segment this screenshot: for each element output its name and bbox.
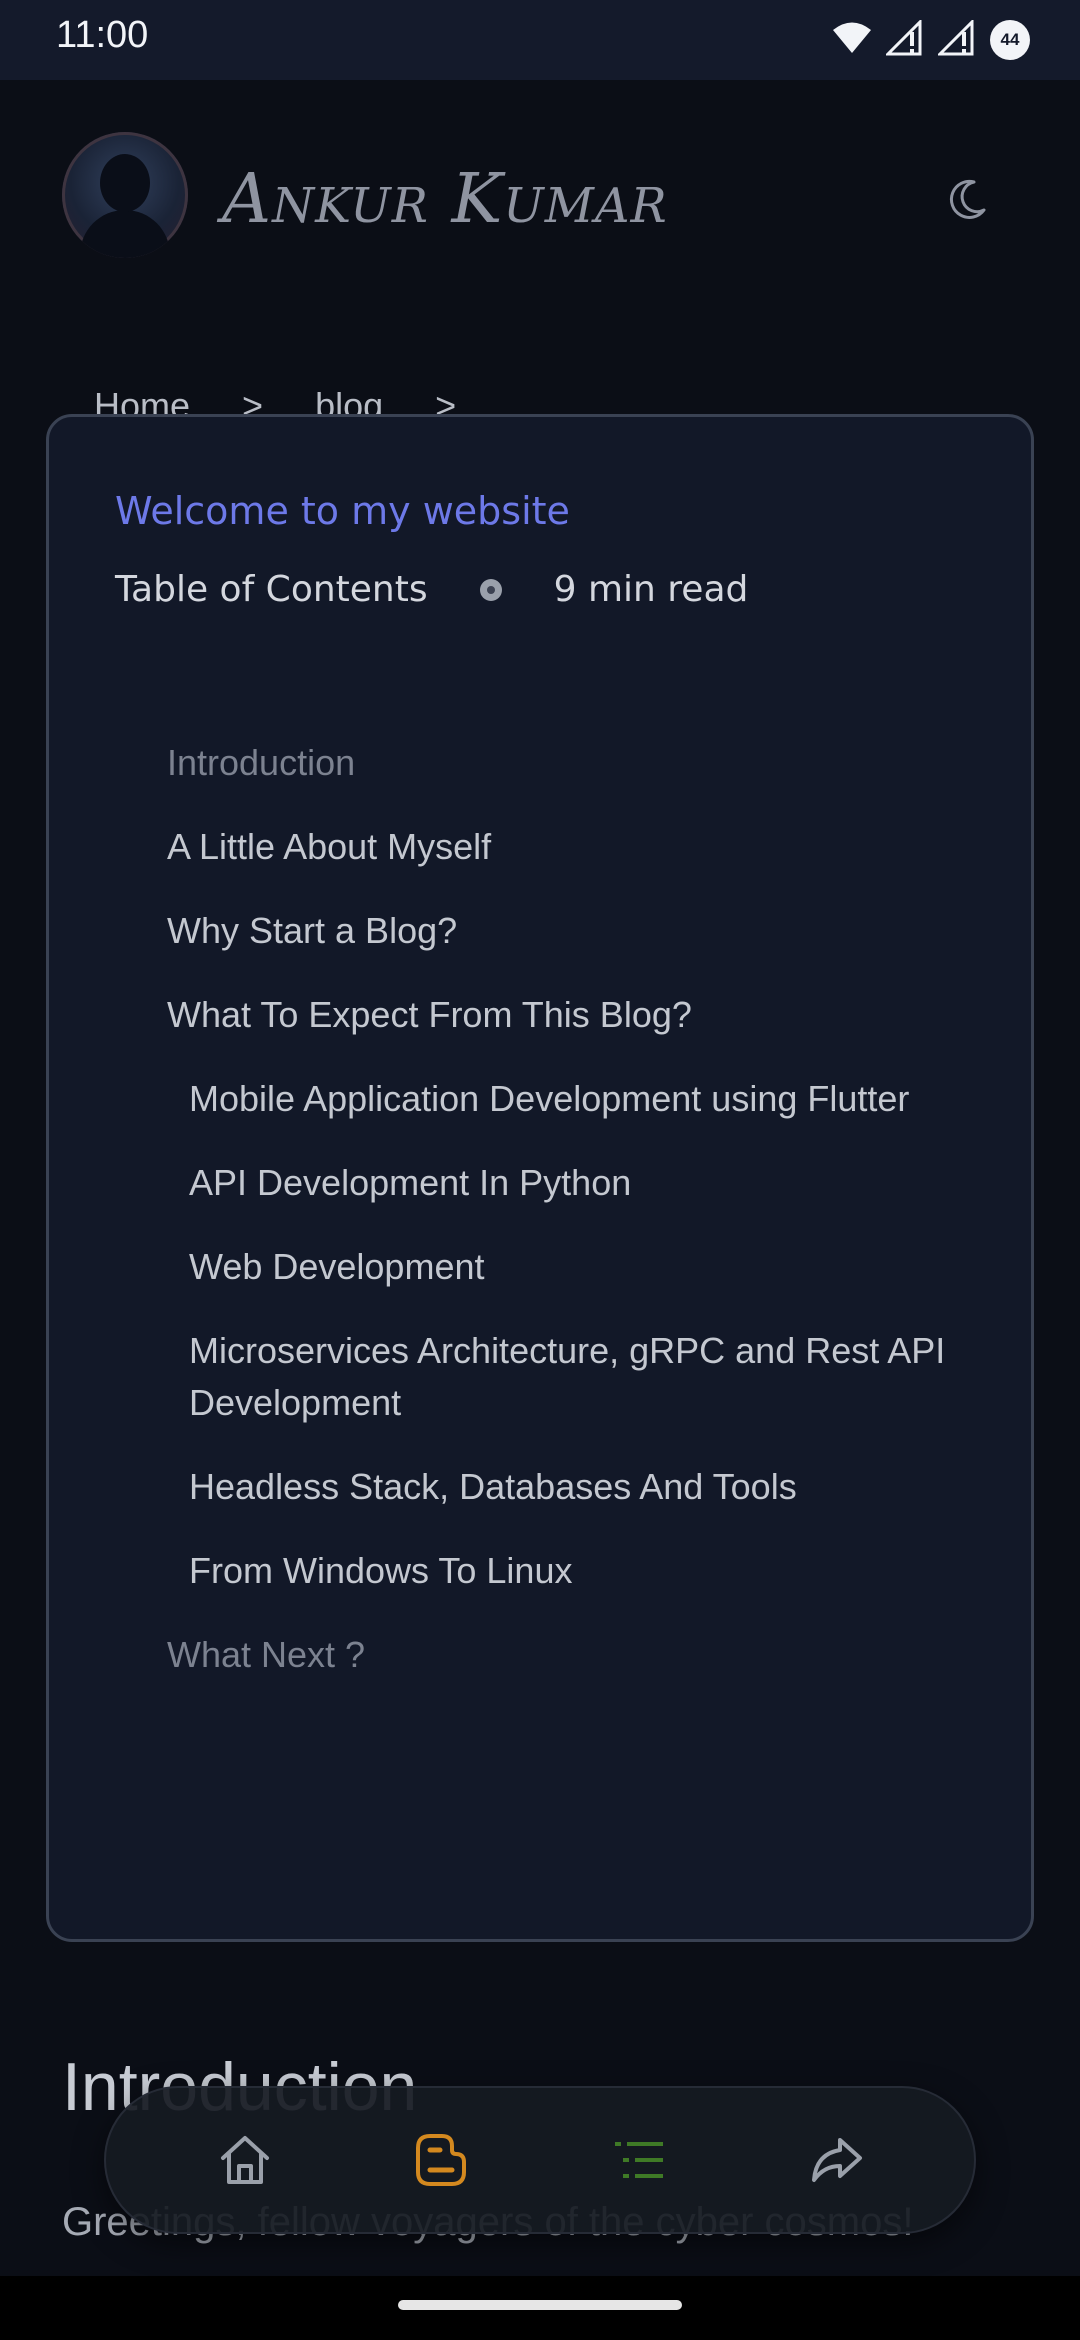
- gesture-bar: [0, 2276, 1080, 2340]
- bottom-nav: [104, 2086, 976, 2234]
- toc-item-web-development[interactable]: Web Development: [167, 1241, 987, 1293]
- toc-item-api-python[interactable]: API Development In Python: [167, 1157, 987, 1209]
- toc-list-icon[interactable]: [599, 2120, 679, 2200]
- home-gesture-handle[interactable]: [398, 2300, 682, 2310]
- post-meta: Table of Contents 9 min read: [115, 569, 748, 610]
- site-header: Ankur Kumar: [0, 80, 1080, 320]
- toc-item-headless-stack[interactable]: Headless Stack, Databases And Tools: [167, 1461, 987, 1513]
- post-title: Welcome to my website: [115, 489, 570, 533]
- home-icon[interactable]: [205, 2120, 285, 2200]
- status-time: 11:00: [56, 14, 149, 56]
- read-time: 9 min read: [553, 569, 749, 610]
- site-name[interactable]: Ankur Kumar: [222, 160, 668, 239]
- status-icons: 44: [832, 18, 1030, 62]
- toc-list: Introduction A Little About Myself Why S…: [167, 737, 987, 1713]
- toc-item-why-start-blog[interactable]: Why Start a Blog?: [167, 905, 987, 957]
- avatar-silhouette-head: [100, 154, 150, 212]
- toc-item-flutter[interactable]: Mobile Application Development using Flu…: [167, 1073, 987, 1125]
- toc-item-what-next[interactable]: What Next ?: [167, 1629, 987, 1681]
- status-bar: 11:00 44: [0, 0, 1080, 80]
- toc-item-what-to-expect[interactable]: What To Expect From This Blog?: [167, 989, 987, 1041]
- signal-icon: [936, 18, 976, 60]
- wifi-icon: [832, 21, 872, 59]
- moon-icon[interactable]: [944, 176, 990, 222]
- dot-separator-icon: [479, 578, 502, 601]
- share-icon[interactable]: [796, 2120, 876, 2200]
- battery-icon: 44: [990, 20, 1030, 60]
- toc-card: Welcome to my website Table of Contents …: [46, 414, 1034, 1942]
- toc-item-introduction[interactable]: Introduction: [167, 737, 987, 789]
- avatar[interactable]: [62, 132, 188, 258]
- toc-item-about-myself[interactable]: A Little About Myself: [167, 821, 987, 873]
- toc-item-microservices[interactable]: Microservices Architecture, gRPC and Res…: [167, 1325, 987, 1429]
- screen: 11:00 44 Ankur Kumar Home > blog > Welco…: [0, 0, 1080, 2340]
- toc-item-windows-to-linux[interactable]: From Windows To Linux: [167, 1545, 987, 1597]
- blog-icon[interactable]: [402, 2120, 482, 2200]
- avatar-silhouette-body: [80, 210, 170, 258]
- toc-label: Table of Contents: [115, 569, 428, 610]
- signal-icon: [884, 18, 924, 60]
